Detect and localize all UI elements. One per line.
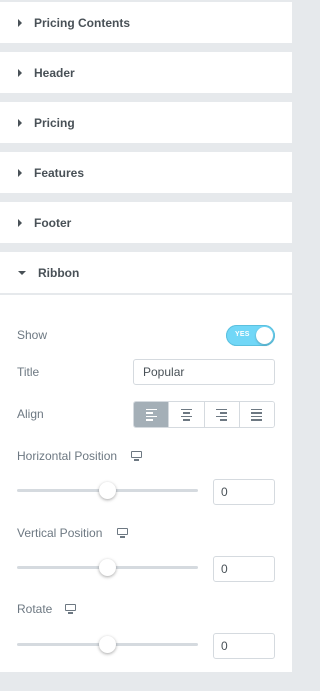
section-pricing[interactable]: Pricing	[0, 102, 292, 143]
section-ribbon[interactable]: Ribbon	[0, 252, 292, 293]
section-label: Ribbon	[38, 265, 80, 280]
horizontal-position-label: Horizontal Position	[17, 449, 118, 463]
horizontal-slider-handle[interactable]	[99, 482, 116, 499]
desktop-icon[interactable]	[65, 604, 76, 614]
align-button-group	[133, 401, 275, 428]
section-header[interactable]: Header	[0, 52, 292, 93]
section-label: Pricing	[34, 115, 75, 130]
align-center-icon	[180, 408, 192, 421]
section-pricing-contents[interactable]: Pricing Contents	[0, 2, 292, 43]
align-center-button[interactable]	[169, 402, 205, 427]
caret-right-icon	[18, 168, 22, 177]
section-footer[interactable]: Footer	[0, 202, 292, 243]
rotate-label: Rotate	[17, 602, 53, 616]
section-label: Footer	[34, 215, 72, 230]
vertical-position-label: Vertical Position	[17, 526, 103, 540]
horizontal-value-input[interactable]: 0	[213, 479, 275, 505]
section-label: Header	[34, 65, 75, 80]
align-right-button[interactable]	[204, 402, 240, 427]
section-features[interactable]: Features	[0, 152, 292, 193]
rotate-slider-handle[interactable]	[99, 636, 116, 653]
caret-right-icon	[18, 118, 22, 127]
title-label: Title	[17, 365, 40, 379]
section-label: Features	[34, 165, 85, 180]
caret-right-icon	[18, 218, 22, 227]
desktop-icon[interactable]	[131, 451, 142, 461]
show-label: Show	[17, 328, 48, 342]
align-justify-icon	[251, 408, 263, 421]
title-input[interactable]: Popular	[133, 359, 275, 385]
toggle-yes-text: YES	[235, 331, 250, 338]
vertical-value-input[interactable]: 0	[213, 556, 275, 582]
caret-right-icon	[18, 18, 22, 27]
rotate-value-input[interactable]: 0	[213, 633, 275, 659]
show-toggle[interactable]: YES	[226, 325, 275, 346]
vertical-slider-handle[interactable]	[99, 559, 116, 576]
caret-right-icon	[18, 68, 22, 77]
section-label: Pricing Contents	[34, 15, 131, 30]
align-justify-button[interactable]	[239, 402, 274, 427]
toggle-knob	[256, 327, 273, 344]
align-left-icon	[145, 408, 157, 421]
align-right-icon	[216, 408, 228, 421]
caret-down-icon	[18, 270, 26, 275]
align-left-button[interactable]	[134, 402, 170, 427]
align-label: Align	[17, 407, 44, 421]
ribbon-panel: Show YES Title Popular Align Horizontal …	[0, 294, 292, 672]
desktop-icon[interactable]	[117, 528, 128, 538]
